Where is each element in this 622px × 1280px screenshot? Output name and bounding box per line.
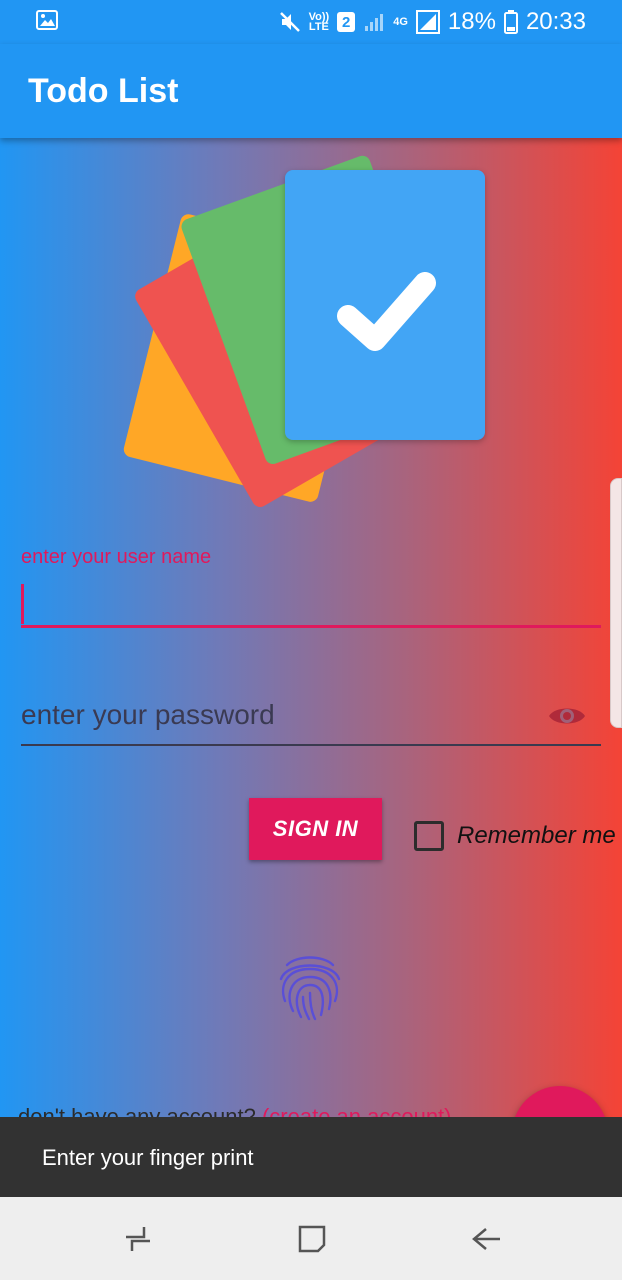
clock: 20:33 bbox=[525, 8, 586, 35]
volte-icon: Vo)) LTE bbox=[308, 11, 330, 33]
remember-me-checkbox[interactable] bbox=[414, 821, 444, 851]
status-bar: Vo)) LTE 2 4G 18% 20:33 bbox=[0, 0, 622, 44]
battery-icon bbox=[503, 10, 518, 34]
snackbar: Enter your finger print bbox=[0, 1117, 622, 1197]
remember-me-label[interactable]: Remember me bbox=[457, 822, 616, 850]
signal-4g-icon bbox=[415, 10, 440, 34]
app-bar: Todo List bbox=[0, 44, 622, 138]
password-placeholder: enter your password bbox=[21, 699, 275, 730]
fingerprint-icon[interactable] bbox=[273, 951, 347, 1023]
navigation-bar bbox=[0, 1197, 622, 1280]
sim-2-icon: 2 bbox=[337, 12, 356, 32]
text-cursor bbox=[21, 584, 24, 624]
signal-icon bbox=[365, 14, 384, 31]
todo-logo-icon bbox=[123, 155, 485, 507]
username-label: enter your user name bbox=[21, 546, 212, 568]
recent-apps-icon[interactable] bbox=[120, 1221, 156, 1257]
gallery-icon bbox=[36, 10, 58, 30]
sign-in-button[interactable]: SIGN IN bbox=[249, 798, 382, 860]
app-title: Todo List bbox=[28, 72, 179, 110]
network-type: 4G bbox=[393, 16, 408, 28]
edge-panel-handle[interactable] bbox=[610, 478, 622, 728]
battery-percent: 18% bbox=[447, 8, 496, 35]
login-screen: enter your user name enter your password… bbox=[0, 138, 622, 1198]
password-input[interactable]: enter your password bbox=[21, 693, 601, 746]
show-password-eye-icon[interactable] bbox=[547, 703, 587, 729]
snackbar-message: Enter your finger print bbox=[42, 1145, 254, 1170]
mute-icon bbox=[279, 12, 300, 32]
username-input[interactable] bbox=[21, 576, 601, 628]
home-icon[interactable] bbox=[294, 1221, 330, 1257]
back-icon[interactable] bbox=[468, 1221, 504, 1257]
